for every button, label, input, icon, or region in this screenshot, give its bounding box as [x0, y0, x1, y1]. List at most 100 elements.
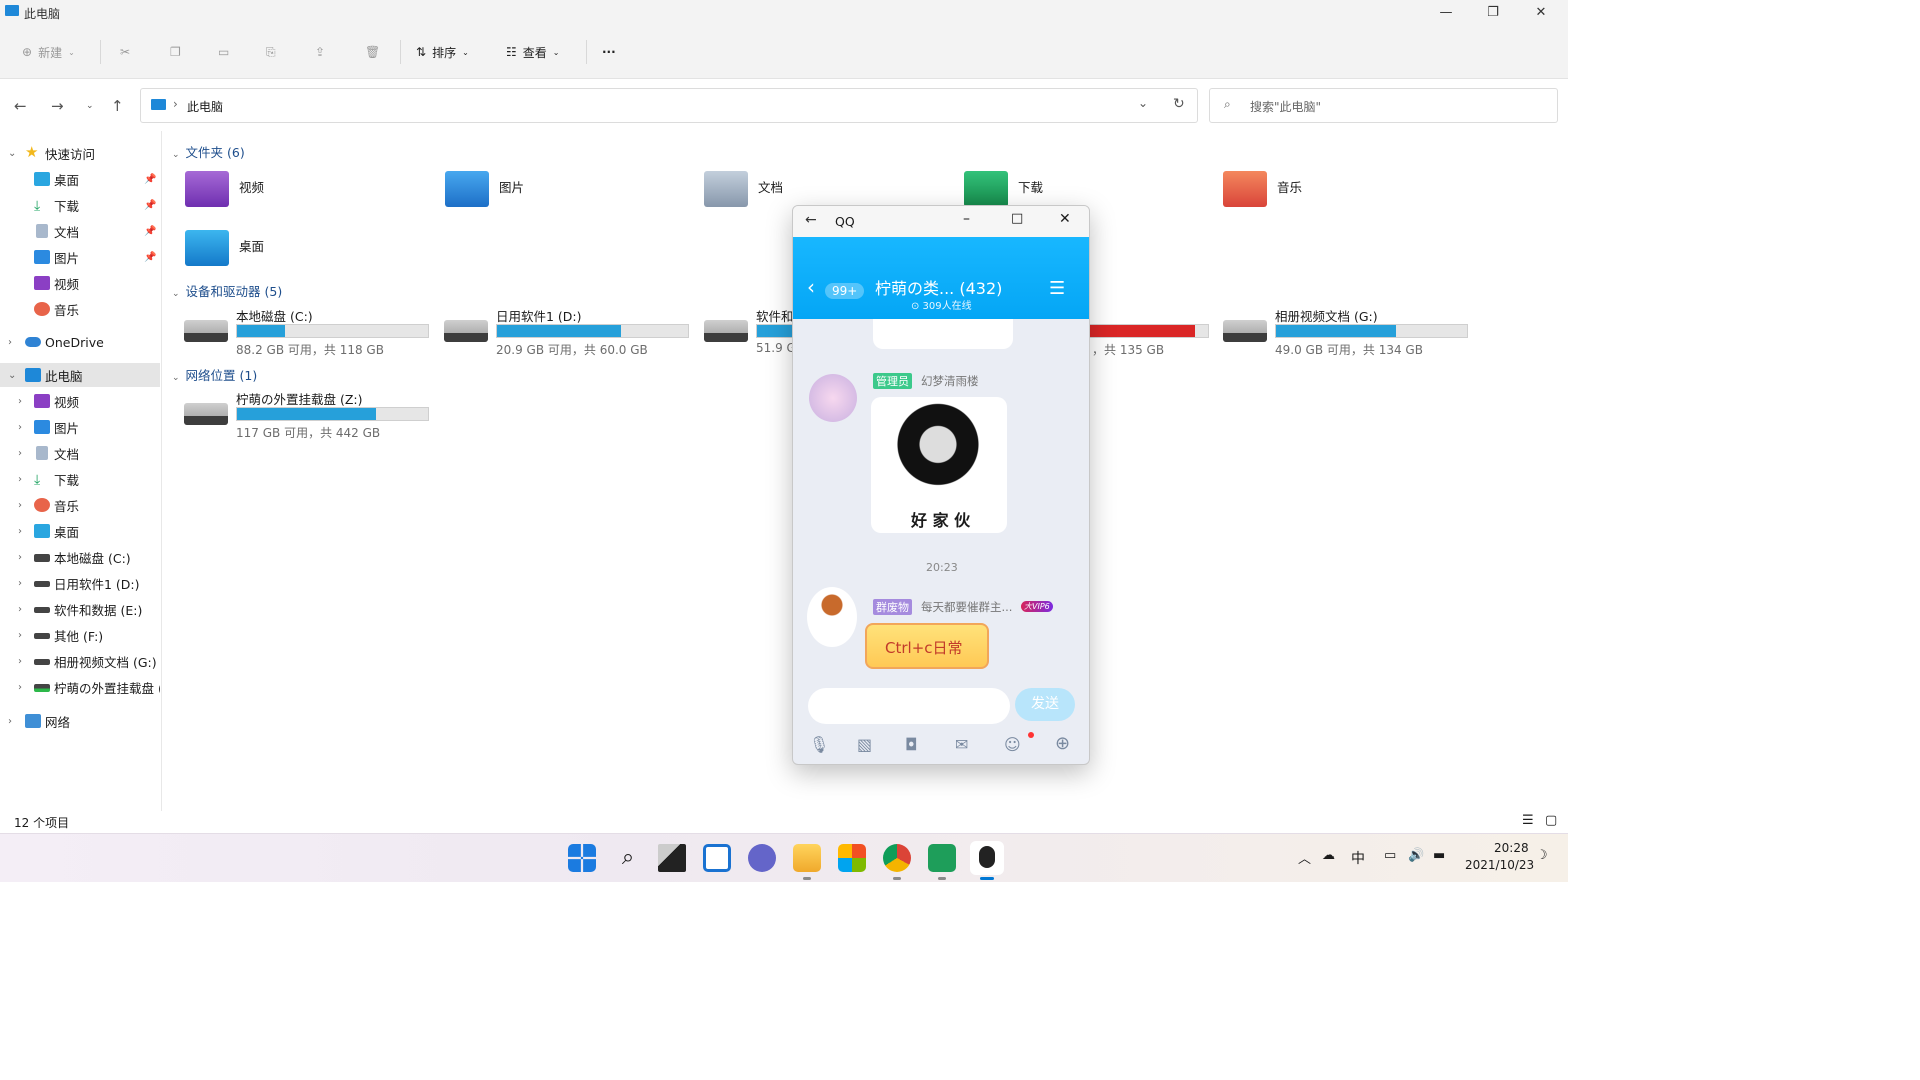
- sidebar-item-drive-g[interactable]: › 相册视频文档 (G:): [0, 649, 160, 673]
- new-button[interactable]: ⊕ 新建 ⌄: [22, 41, 75, 63]
- search-icon[interactable]: ⌕: [614, 844, 642, 872]
- back-arrow-icon[interactable]: ←: [805, 212, 817, 228]
- sidebar-item-pc-pictures[interactable]: › 图片: [0, 415, 160, 439]
- sidebar-item-pc-documents[interactable]: › 文档: [0, 441, 160, 465]
- close-button[interactable]: ✕: [1531, 5, 1551, 20]
- avatar[interactable]: [809, 374, 857, 422]
- sidebar-item-drive-e[interactable]: › 软件和数据 (E:): [0, 597, 160, 621]
- teams-chat-icon[interactable]: [748, 844, 776, 872]
- folder-pictures[interactable]: 图片: [445, 171, 524, 207]
- sidebar-item-network[interactable]: › 网络: [0, 709, 160, 733]
- sidebar-item-quick-desktop[interactable]: 桌面 📌: [0, 167, 160, 191]
- rename-button[interactable]: ⎘: [266, 41, 276, 63]
- start-windows-icon[interactable]: [568, 844, 596, 872]
- microphone-icon[interactable]: 🎙: [809, 735, 829, 754]
- drive-c[interactable]: 本地磁盘 (C:) 88.2 GB 可用，共 118 GB: [184, 306, 434, 357]
- sidebar-item-pc-desktop[interactable]: › 桌面: [0, 519, 160, 543]
- store-icon[interactable]: [838, 844, 866, 872]
- refresh-icon[interactable]: ↻: [1173, 96, 1185, 112]
- sidebar-item-onedrive[interactable]: › OneDrive: [0, 330, 160, 354]
- folder-desktop[interactable]: 桌面: [185, 230, 264, 266]
- folder-documents[interactable]: 文档: [704, 171, 783, 207]
- sidebar-item-pc-downloads[interactable]: › ⤓ 下载: [0, 467, 160, 491]
- pin-icon[interactable]: 📌: [144, 174, 156, 185]
- folder-music[interactable]: 音乐: [1223, 171, 1302, 207]
- sidebar-item-pc-music[interactable]: › 音乐: [0, 493, 160, 517]
- sort-button[interactable]: ⇅ 排序 ⌄: [416, 41, 469, 63]
- back-arrow-icon[interactable]: ←: [14, 97, 27, 115]
- emoji-icon[interactable]: ☺: [1004, 735, 1021, 754]
- drive-g[interactable]: 相册视频文档 (G:) 49.0 GB 可用，共 134 GB: [1223, 306, 1473, 357]
- sidebar-item-quick-music[interactable]: 音乐: [0, 297, 160, 321]
- more-button[interactable]: ···: [602, 41, 616, 63]
- sidebar-item-drive-c[interactable]: › 本地磁盘 (C:): [0, 545, 160, 569]
- sidebar-item-this-pc[interactable]: ⌄ 此电脑: [0, 363, 160, 387]
- close-button[interactable]: ✕: [1059, 211, 1071, 227]
- menu-icon[interactable]: ☰: [1049, 278, 1065, 299]
- forward-arrow-icon[interactable]: →: [51, 97, 64, 115]
- chevron-up-icon[interactable]: ︿: [1298, 848, 1311, 867]
- message-input[interactable]: [808, 688, 1010, 724]
- restore-button[interactable]: ❐: [1483, 5, 1503, 20]
- pin-icon[interactable]: 📌: [144, 252, 156, 263]
- view-button[interactable]: ☷ 查看 ⌄: [506, 41, 559, 63]
- clock-date[interactable]: 2021/10/23: [1465, 858, 1534, 872]
- plus-icon[interactable]: ⊕: [1055, 733, 1070, 754]
- share-button[interactable]: ⇪: [315, 41, 325, 63]
- sidebar-item-drive-f[interactable]: › 其他 (F:): [0, 623, 160, 647]
- pin-icon[interactable]: 📌: [144, 200, 156, 211]
- sidebar-item-pc-videos[interactable]: › 视频: [0, 389, 160, 413]
- breadcrumb-this-pc[interactable]: 此电脑: [187, 98, 223, 115]
- copy-button[interactable]: ❐: [170, 41, 181, 63]
- recent-chevron-icon[interactable]: ⌄: [86, 101, 94, 111]
- unread-badge[interactable]: 99+: [825, 283, 865, 299]
- sidebar-item-quick-pictures[interactable]: 图片 📌: [0, 245, 160, 269]
- up-arrow-icon[interactable]: ↑: [111, 97, 124, 115]
- group-header-drives[interactable]: ⌄ 设备和驱动器 (5): [172, 281, 282, 300]
- sidebar-item-quick-videos[interactable]: 视频: [0, 271, 160, 295]
- task-view-icon[interactable]: [658, 844, 686, 872]
- minimize-button[interactable]: –: [963, 211, 970, 227]
- clock-time[interactable]: 20:28: [1494, 841, 1529, 855]
- image-icon[interactable]: ▧: [857, 735, 872, 754]
- battery-icon[interactable]: ▬: [1433, 848, 1445, 863]
- drive-d[interactable]: 日用软件1 (D:) 20.9 GB 可用，共 60.0 GB: [444, 306, 694, 357]
- sidebar-item-quick-access[interactable]: ⌄ ★ 快速访问: [0, 141, 160, 165]
- cut-button[interactable]: ✂: [120, 41, 130, 63]
- file-explorer-icon[interactable]: [793, 844, 821, 880]
- tiles-view-icon[interactable]: ▢: [1545, 813, 1557, 828]
- ime-indicator[interactable]: 中: [1351, 848, 1365, 868]
- camera-icon[interactable]: ◘: [905, 735, 918, 754]
- minimize-button[interactable]: —: [1436, 5, 1456, 20]
- qq-icon[interactable]: [970, 841, 1004, 880]
- app-icon[interactable]: [928, 844, 956, 880]
- details-view-icon[interactable]: ☰: [1522, 813, 1534, 828]
- notification-moon-icon[interactable]: ☽: [1536, 848, 1548, 863]
- sticker-message[interactable]: 好 家 伙: [871, 397, 1007, 533]
- search-field[interactable]: ⌕ 搜索"此电脑": [1209, 88, 1558, 123]
- folder-downloads[interactable]: 下载: [964, 171, 1043, 207]
- chrome-icon[interactable]: [883, 844, 911, 880]
- folder-videos[interactable]: 视频: [185, 171, 264, 207]
- delete-button[interactable]: 🗑: [365, 41, 380, 63]
- address-bar[interactable]: › 此电脑 ⌄ ↻: [140, 88, 1198, 123]
- red-packet-icon[interactable]: ✉: [955, 735, 968, 754]
- chevron-left-icon[interactable]: ‹: [807, 277, 815, 297]
- chevron-down-icon[interactable]: ⌄: [1138, 96, 1148, 110]
- widgets-icon[interactable]: [703, 844, 731, 872]
- group-header-folders[interactable]: ⌄ 文件夹 (6): [172, 142, 245, 161]
- sidebar-item-quick-documents[interactable]: 文档 📌: [0, 219, 160, 243]
- network-icon[interactable]: ▭: [1384, 848, 1396, 863]
- group-header-network[interactable]: ⌄ 网络位置 (1): [172, 365, 257, 384]
- avatar[interactable]: [807, 587, 857, 647]
- maximize-button[interactable]: □: [1011, 211, 1023, 226]
- send-button[interactable]: 发送: [1015, 688, 1075, 721]
- sidebar-item-drive-z[interactable]: › 柠萌の外置挂载盘 (: [0, 675, 160, 699]
- onedrive-icon[interactable]: ☁: [1322, 848, 1335, 863]
- network-drive-z[interactable]: 柠萌の外置挂载盘 (Z:) 117 GB 可用，共 442 GB: [184, 389, 434, 440]
- sidebar-item-quick-downloads[interactable]: ⤓ 下载 📌: [0, 193, 160, 217]
- sidebar-item-drive-d[interactable]: › 日用软件1 (D:): [0, 571, 160, 595]
- volume-icon[interactable]: 🔊: [1408, 848, 1424, 863]
- pin-icon[interactable]: 📌: [144, 226, 156, 237]
- paste-button[interactable]: ▭: [218, 41, 229, 63]
